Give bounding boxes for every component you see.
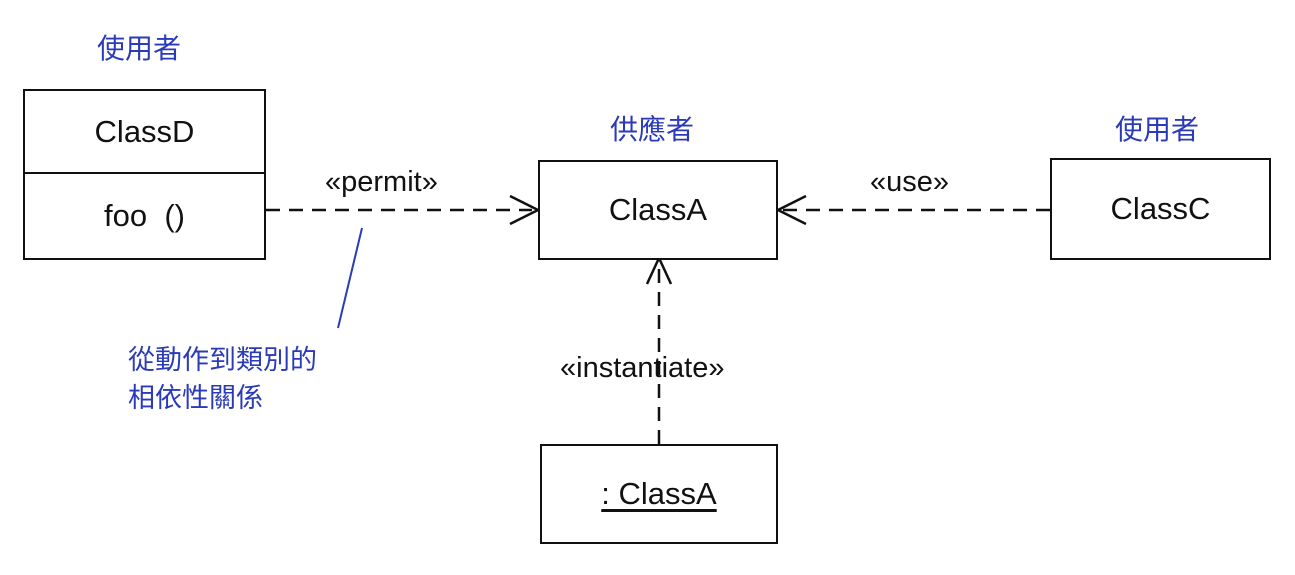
class-a-name: ClassA [608, 192, 708, 227]
class-c-name: ClassC [1110, 191, 1211, 226]
user-role-label-left: 使用者 [97, 32, 182, 65]
uml-dependency-diagram: 使用者 供應者 使用者 ClassD foo () ClassA ClassC … [0, 0, 1295, 575]
class-d-operation: foo () [104, 198, 185, 233]
dependency-note-line-1: 從動作到類別的 [128, 345, 317, 376]
dependency-note: 從動作到類別的 相依性關係 [128, 342, 317, 418]
user-role-label-right: 使用者 [1115, 113, 1200, 146]
class-a-instance-name: : ClassA [601, 476, 717, 511]
class-a-instance-box: : ClassA [540, 444, 778, 544]
supplier-role-label: 供應者 [610, 113, 695, 146]
class-d-box: ClassD foo () [23, 89, 266, 260]
permit-stereotype-label: «permit» [325, 166, 438, 198]
instantiate-stereotype-label: «instantiate» [560, 352, 725, 384]
note-pointer-line [337, 227, 363, 329]
use-stereotype-label: «use» [870, 166, 950, 198]
class-a-box: ClassA [538, 160, 778, 260]
class-d-name: ClassD [25, 91, 264, 174]
dependency-note-line-2: 相依性關係 [128, 383, 263, 414]
class-c-box: ClassC [1050, 158, 1271, 260]
